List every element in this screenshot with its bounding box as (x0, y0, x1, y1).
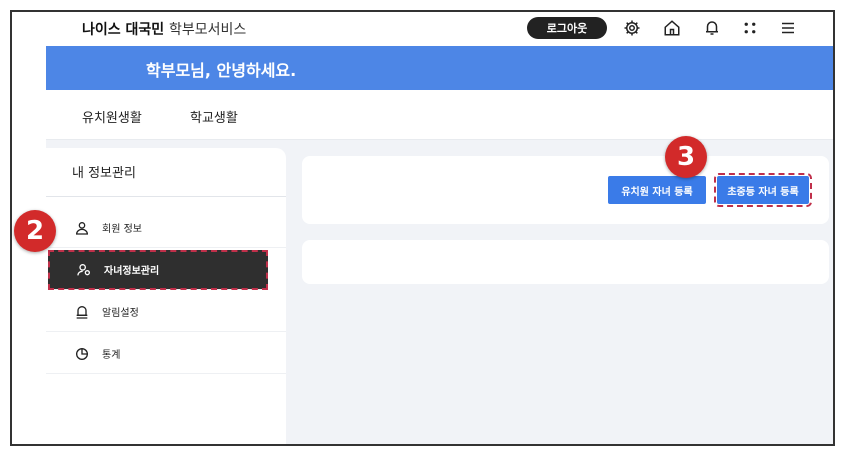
sidebar-item-child-info[interactable]: 자녀정보관리 (48, 250, 268, 290)
bell-icon (76, 305, 88, 319)
sidebar-item-member-info[interactable]: 회원 정보 (46, 208, 286, 248)
main-tabs: 유치원생활 학교생활 (46, 90, 833, 140)
logout-button[interactable]: 로그아웃 (527, 17, 607, 39)
brand-logo[interactable]: 나이스 대국민 학부모서비스 (82, 19, 246, 39)
sidebar-item-notification-settings[interactable]: 알림설정 (46, 292, 286, 332)
app-frame: 나이스 대국민 학부모서비스 로그아웃 학부모님, 안녕하세요. 유치원생활 학… (10, 10, 835, 446)
brand-service-name: 학부모서비스 (169, 22, 247, 38)
user-icon (75, 221, 89, 235)
tab-school-life[interactable]: 학교생활 (190, 107, 238, 126)
welcome-banner: 학부모님, 안녕하세요. (46, 46, 833, 90)
pie-chart-icon (76, 347, 88, 360)
step-2-badge: 2 (14, 210, 56, 252)
register-kindergarten-child-button[interactable]: 유치원 자녀 등록 (608, 176, 706, 204)
sidebar-item-label: 알림설정 (102, 308, 139, 319)
menu-icon[interactable] (778, 18, 798, 38)
register-school-child-button[interactable]: 초중등 자녀 등록 (714, 173, 812, 207)
child-user-icon (77, 263, 90, 275)
tab-kindergarten-life[interactable]: 유치원생활 (82, 107, 142, 126)
sidebar-item-label: 통계 (102, 350, 121, 361)
sidebar: 내 정보관리 회원 정보 자녀정보관리 알림설정 통계 (46, 148, 286, 444)
sidebar-divider (46, 196, 286, 197)
children-list-card (302, 240, 829, 284)
sidebar-item-label: 회원 정보 (102, 224, 142, 235)
sidebar-item-label: 자녀정보관리 (104, 266, 160, 277)
home-icon[interactable] (662, 18, 682, 38)
top-bar: 나이스 대국민 학부모서비스 로그아웃 (12, 12, 833, 46)
grid-icon[interactable] (740, 18, 760, 38)
bell-icon[interactable] (702, 18, 722, 38)
brand-name: 나이스 대국민 (82, 22, 165, 38)
step-3-badge: 3 (665, 136, 707, 178)
sidebar-item-statistics[interactable]: 통계 (46, 334, 286, 374)
sidebar-title: 내 정보관리 (72, 166, 136, 181)
greeting-text: 학부모님, 안녕하세요. (146, 61, 297, 80)
gear-icon[interactable] (622, 18, 642, 38)
